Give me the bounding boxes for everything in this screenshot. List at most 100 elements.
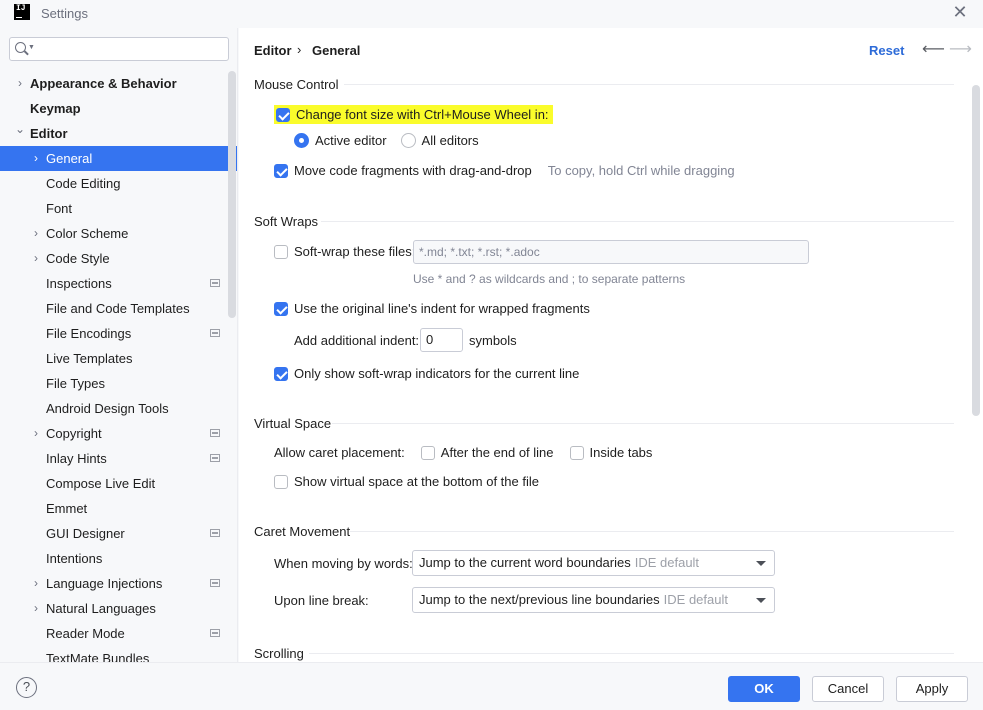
reset-link[interactable]: Reset: [869, 43, 904, 58]
section-mouse-control: Mouse Control: [254, 77, 339, 92]
active-editor-radio[interactable]: [294, 133, 309, 148]
project-settings-icon: [210, 279, 220, 287]
sidebar-item-compose-live-edit[interactable]: Compose Live Edit: [0, 471, 237, 496]
sidebar-item-code-style[interactable]: › Code Style: [0, 246, 237, 271]
project-settings-icon: [210, 629, 220, 637]
sidebar-item-label: Inspections: [46, 276, 112, 291]
indicators-label: Only show soft-wrap indicators for the c…: [294, 366, 580, 381]
search-highlight: Change font size with Ctrl+Mouse Wheel i…: [274, 105, 553, 124]
sidebar-item-code-editing[interactable]: Code Editing: [0, 171, 237, 196]
chevron-right-icon[interactable]: ›: [30, 596, 42, 621]
sidebar-item-intentions[interactable]: Intentions: [0, 546, 237, 571]
project-settings-icon: [210, 529, 220, 537]
drag-drop-checkbox[interactable]: [274, 163, 288, 178]
sidebar-item-reader-mode[interactable]: Reader Mode: [0, 621, 237, 646]
project-settings-icon: [210, 454, 220, 462]
sidebar-item-gui-designer[interactable]: GUI Designer: [0, 521, 237, 546]
font-scope-radio-group: Active editor All editors: [294, 133, 479, 148]
sidebar-item-general[interactable]: › General: [0, 146, 237, 171]
content-scrollbar[interactable]: [972, 85, 980, 416]
project-settings-icon: [210, 429, 220, 437]
soft-wrap-files-checkbox[interactable]: [274, 244, 288, 259]
line-break-select[interactable]: Jump to the next/previous line boundarie…: [412, 587, 775, 613]
sidebar-item-label: Code Style: [46, 251, 110, 266]
settings-search-input[interactable]: ▼: [9, 37, 229, 61]
additional-indent-field[interactable]: 0: [420, 328, 463, 352]
after-end-label: After the end of line: [440, 445, 554, 460]
section-divider: [350, 531, 954, 532]
close-icon[interactable]: ✕: [951, 3, 969, 21]
sidebar-item-inlay-hints[interactable]: Inlay Hints: [0, 446, 237, 471]
caret-placement-row: Allow caret placement: After the end of …: [274, 445, 652, 460]
indicators-checkbox[interactable]: [274, 366, 288, 381]
sidebar-item-language-injections[interactable]: › Language Injections: [0, 571, 237, 596]
sidebar-item-label: File and Code Templates: [46, 301, 190, 316]
sidebar-item-file-types[interactable]: File Types: [0, 371, 237, 396]
soft-wrap-files-label: Soft-wrap these files:: [294, 244, 416, 259]
sidebar-item-label: Intentions: [46, 551, 103, 566]
all-editors-radio[interactable]: [400, 133, 416, 148]
moving-by-words-value: Jump to the current word boundaries: [419, 555, 631, 570]
soft-wrap-patterns-field[interactable]: *.md; *.txt; *.rst; *.adoc: [413, 240, 809, 264]
back-arrow-icon[interactable]: ⟵: [922, 39, 945, 59]
inside-tabs-checkbox[interactable]: [569, 445, 584, 460]
all-editors-label: All editors: [421, 133, 479, 148]
sidebar-item-color-scheme[interactable]: › Color Scheme: [0, 221, 237, 246]
chevron-right-icon[interactable]: ›: [30, 571, 42, 596]
cancel-button[interactable]: Cancel: [812, 676, 884, 702]
change-font-size-checkbox[interactable]: [276, 107, 290, 122]
search-history-chevron-icon[interactable]: ▼: [28, 44, 35, 51]
moving-by-words-default: IDE default: [634, 555, 700, 570]
sidebar-item-label: Live Templates: [46, 351, 133, 366]
sidebar-scrollbar[interactable]: [228, 71, 236, 318]
sidebar-item-textmate-bundles[interactable]: TextMate Bundles: [0, 646, 237, 662]
inside-tabs-label: Inside tabs: [589, 445, 653, 460]
chevron-right-icon[interactable]: ›: [30, 221, 42, 246]
chevron-right-icon[interactable]: ›: [14, 71, 26, 96]
sidebar-item-label: File Types: [46, 376, 106, 391]
chevron-right-icon[interactable]: ›: [30, 421, 42, 446]
sidebar-item-file-and-code-templates[interactable]: File and Code Templates: [0, 296, 237, 321]
chevron-right-icon[interactable]: ›: [30, 246, 42, 271]
sidebar-item-label: Copyright: [46, 426, 102, 441]
sidebar-item-appearance-behavior[interactable]: › Appearance & Behavior: [0, 71, 237, 96]
sidebar-item-label: General: [46, 151, 93, 166]
sidebar-item-label: Editor: [30, 126, 68, 141]
apply-button[interactable]: Apply: [896, 676, 968, 702]
settings-sidebar: ▼ › Appearance & Behavior Keymap ⌄ Editor › Ge…: [0, 28, 238, 662]
sidebar-item-editor[interactable]: ⌄ Editor: [0, 121, 237, 146]
sidebar-item-copyright[interactable]: › Copyright: [0, 421, 237, 446]
section-divider: [332, 423, 954, 424]
intellij-logo-icon: IJ: [14, 4, 30, 20]
section-divider: [344, 84, 954, 85]
drag-drop-hint: To copy, hold Ctrl while dragging: [547, 163, 735, 178]
show-virtual-label: Show virtual space at the bottom of the …: [294, 474, 539, 489]
settings-tree: › Appearance & Behavior Keymap ⌄ Editor › Gene…: [0, 71, 237, 662]
breadcrumb-editor[interactable]: Editor: [254, 43, 292, 58]
sidebar-item-natural-languages[interactable]: › Natural Languages: [0, 596, 237, 621]
help-icon[interactable]: ?: [16, 677, 37, 698]
original-indent-checkbox[interactable]: [274, 301, 288, 316]
search-icon: [15, 42, 26, 53]
sidebar-item-inspections[interactable]: Inspections: [0, 271, 237, 296]
drag-drop-label: Move code fragments with drag-and-drop: [294, 163, 532, 178]
section-scrolling: Scrolling: [254, 646, 304, 661]
sidebar-item-font[interactable]: Font: [0, 196, 237, 221]
chevron-down-icon[interactable]: ⌄: [14, 117, 26, 142]
forward-arrow-icon[interactable]: ⟶: [949, 39, 972, 59]
sidebar-item-keymap[interactable]: Keymap: [0, 96, 237, 121]
chevron-right-icon[interactable]: ›: [30, 146, 42, 171]
sidebar-item-android-design-tools[interactable]: Android Design Tools: [0, 396, 237, 421]
sidebar-item-file-encodings[interactable]: File Encodings: [0, 321, 237, 346]
after-end-checkbox[interactable]: [420, 445, 435, 460]
moving-by-words-select[interactable]: Jump to the current word boundaries IDE d…: [412, 550, 775, 576]
sidebar-item-label: Font: [46, 201, 73, 216]
sidebar-item-emmet[interactable]: Emmet: [0, 496, 237, 521]
sidebar-item-live-templates[interactable]: Live Templates: [0, 346, 237, 371]
title-bar: IJ Settings ✕: [0, 0, 983, 28]
section-divider: [321, 221, 954, 222]
ok-button[interactable]: OK: [728, 676, 800, 702]
show-virtual-checkbox[interactable]: [274, 474, 288, 489]
wildcards-hint: Use * and ? as wildcards and ; to separa…: [413, 272, 686, 286]
sidebar-item-label: Keymap: [30, 101, 81, 116]
